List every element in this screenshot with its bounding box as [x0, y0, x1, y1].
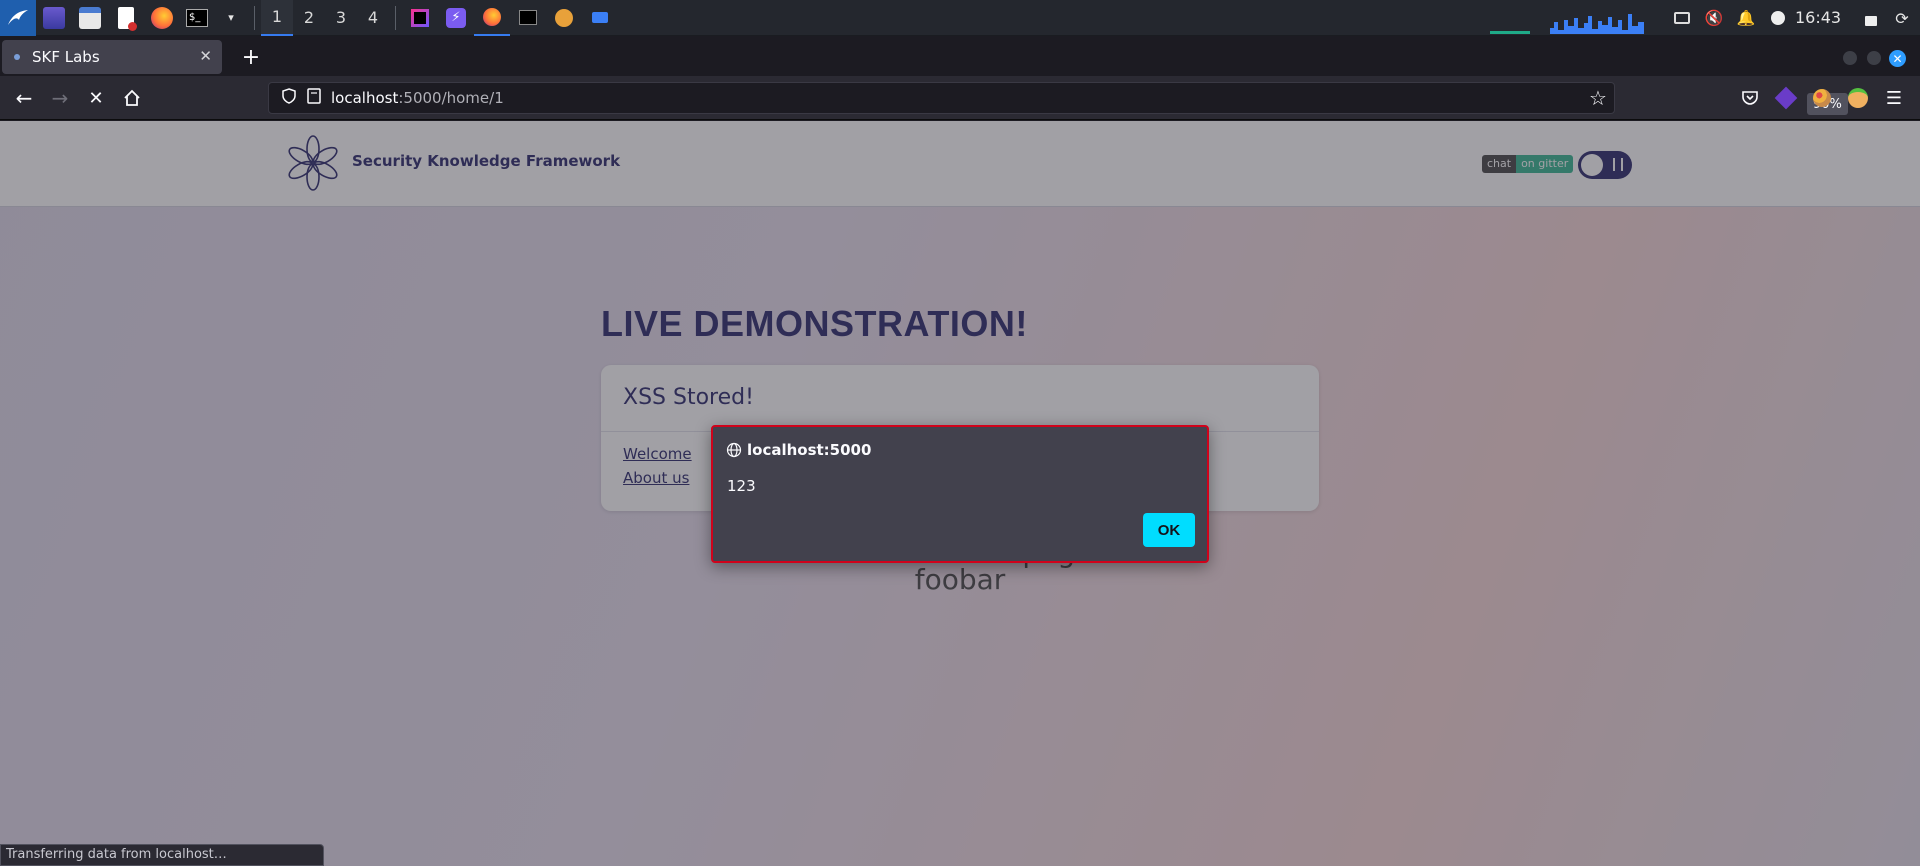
- tab-strip: SKF Labs ✕ + ✕: [0, 36, 1920, 76]
- loading-favicon-icon: [14, 54, 20, 60]
- tab-skf-labs[interactable]: SKF Labs ✕: [2, 40, 222, 74]
- menu-hamburger-icon[interactable]: ☰: [1878, 82, 1910, 114]
- shield-icon[interactable]: [281, 88, 297, 108]
- extension-purple-icon[interactable]: [1770, 82, 1802, 114]
- dialog-message: 123: [727, 477, 756, 495]
- new-tab-button[interactable]: +: [236, 40, 266, 74]
- back-button[interactable]: ←: [8, 82, 40, 114]
- volume-muted-icon[interactable]: 🔇: [1700, 0, 1728, 36]
- url-host: localhost: [331, 89, 399, 107]
- page-info-icon[interactable]: [307, 88, 321, 108]
- maximize-window-button[interactable]: [1867, 51, 1881, 65]
- workspace-3[interactable]: 3: [325, 0, 357, 36]
- close-window-button[interactable]: ✕: [1889, 50, 1906, 67]
- notification-bell-icon[interactable]: 🔔: [1733, 0, 1759, 36]
- status-bar: Transferring data from localhost…: [0, 844, 324, 866]
- url-bar[interactable]: localhost:5000/home/1 90%: [268, 82, 1848, 115]
- ok-button[interactable]: OK: [1143, 513, 1195, 547]
- workspace-1[interactable]: 1: [261, 0, 293, 36]
- show-desktop-icon[interactable]: [36, 0, 72, 36]
- alert-dialog: localhost:5000 123 OK: [711, 425, 1209, 563]
- bookmark-star-icon[interactable]: ☆: [1582, 82, 1614, 114]
- taskbar-separator: [254, 5, 255, 30]
- network-graph-icon: [1490, 14, 1644, 34]
- minimize-window-button[interactable]: [1843, 51, 1857, 65]
- chevron-down-icon[interactable]: ▾: [214, 0, 248, 36]
- clock[interactable]: 16:43: [1795, 0, 1841, 36]
- firefox-window-icon[interactable]: [474, 0, 510, 36]
- screen-icon[interactable]: [1668, 0, 1696, 36]
- kali-menu-icon[interactable]: [0, 0, 36, 36]
- file-manager-icon[interactable]: [72, 0, 108, 36]
- tab-title: SKF Labs: [32, 48, 100, 66]
- burp-window-icon[interactable]: [546, 0, 582, 36]
- lock-icon[interactable]: [1858, 0, 1884, 36]
- firefox-icon[interactable]: [144, 0, 180, 36]
- globe-icon: [726, 442, 742, 458]
- workspace-4[interactable]: 4: [357, 0, 389, 36]
- home-button[interactable]: [116, 82, 148, 114]
- navigation-toolbar: ← → ✕ localhost:5000/home/1 90% ☆ ☰: [0, 76, 1920, 120]
- stop-loading-button[interactable]: ✕: [80, 82, 112, 114]
- terminal-icon[interactable]: $_: [180, 0, 214, 36]
- url-path: :5000/home/1: [398, 89, 504, 107]
- pocket-icon[interactable]: [1734, 82, 1766, 114]
- taskbar-separator: [395, 5, 396, 30]
- app-bolt-icon[interactable]: ⚡: [438, 0, 474, 36]
- folder-window-icon[interactable]: [582, 0, 618, 36]
- palette-extension-icon[interactable]: [1806, 82, 1838, 114]
- power-icon[interactable]: ⟳: [1888, 0, 1916, 36]
- text-editor-icon[interactable]: [108, 0, 144, 36]
- burp-extension-icon[interactable]: [1842, 82, 1874, 114]
- close-tab-icon[interactable]: ✕: [199, 47, 212, 65]
- taskbar: $_ ▾ 1 2 3 4 ⚡ 🔇 🔔 16:43 ⟳: [0, 0, 1920, 36]
- forward-button[interactable]: →: [44, 82, 76, 114]
- intellij-app-icon[interactable]: [402, 0, 438, 36]
- page-content: Security Knowledge Framework chat on git…: [0, 121, 1920, 866]
- workspace-2[interactable]: 2: [293, 0, 325, 36]
- terminal-window-icon[interactable]: [510, 0, 546, 36]
- dialog-origin-title: localhost:5000: [747, 441, 872, 459]
- clock-icon: [1765, 0, 1791, 36]
